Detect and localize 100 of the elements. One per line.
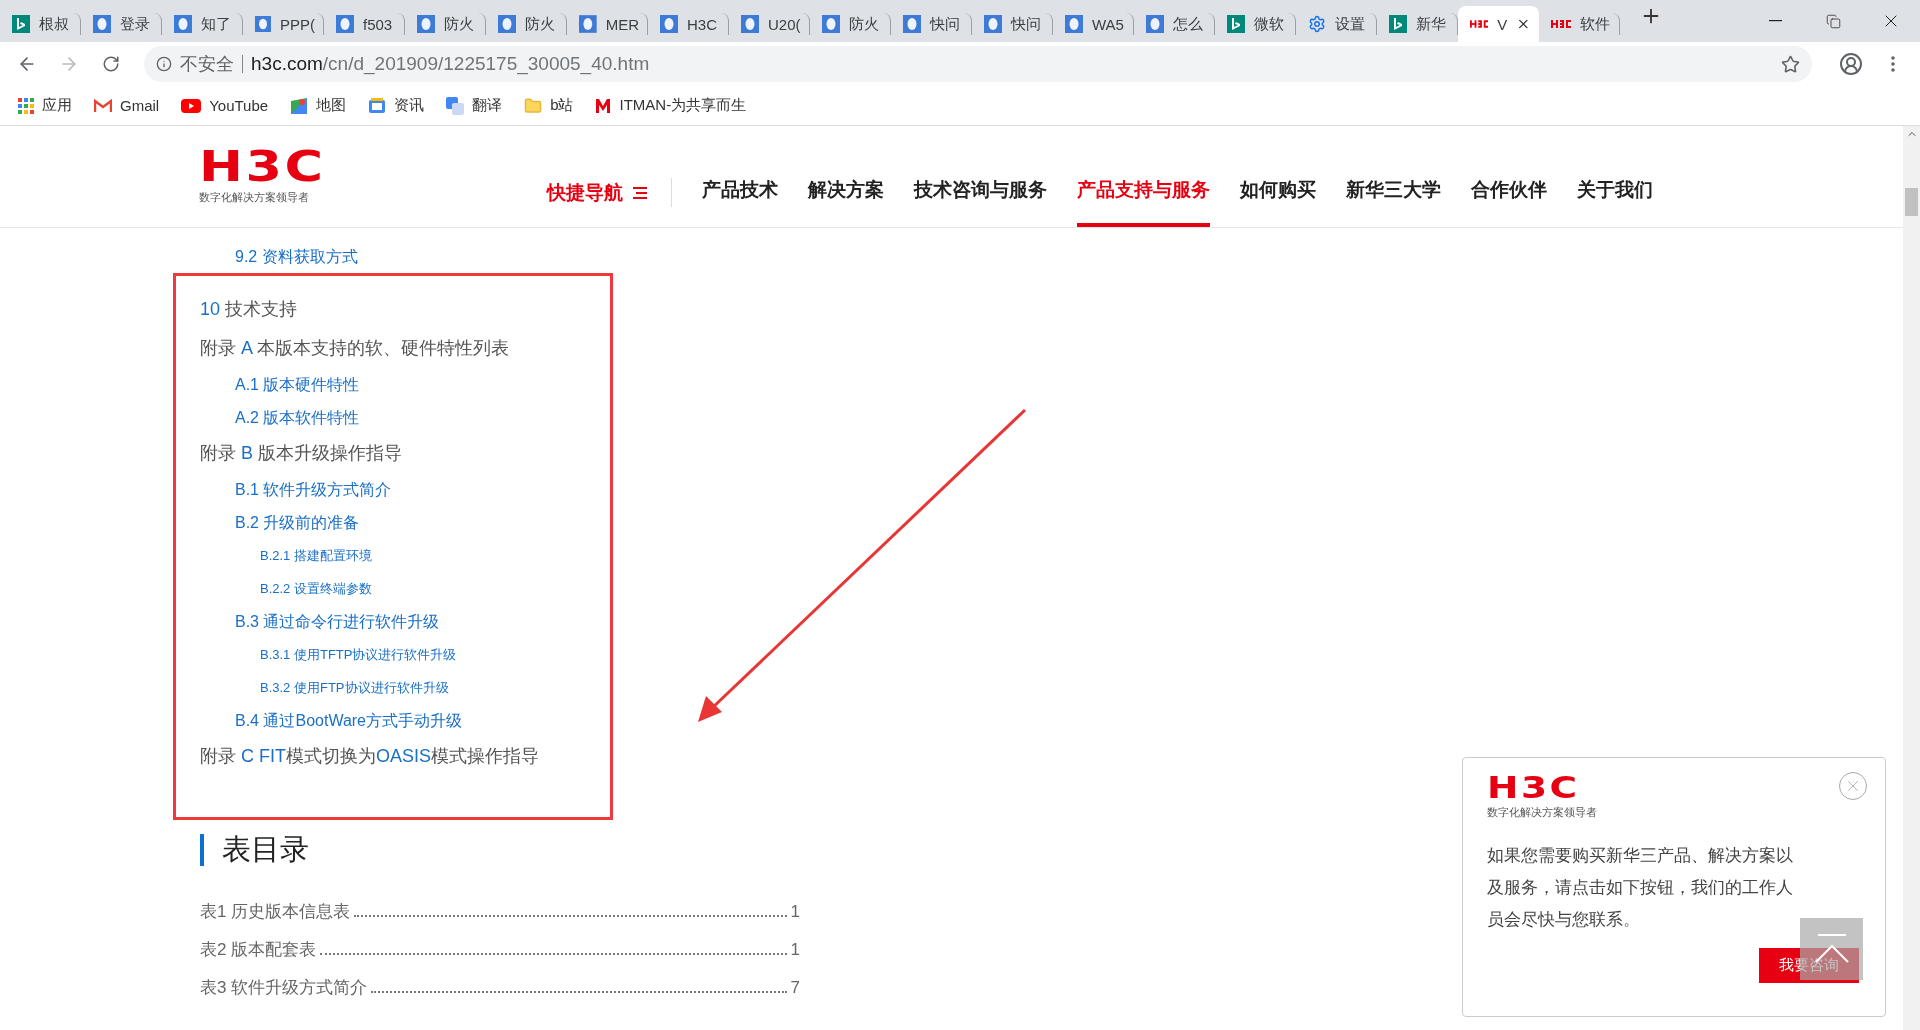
toc-link[interactable]: B.3 通过命令行进行软件升级	[235, 605, 440, 638]
address-bar[interactable]: 不安全 h3c.com/cn/d_201909/1225175_30005_40.htm	[144, 46, 1812, 82]
browser-tab[interactable]: 新华	[1377, 13, 1458, 35]
page-icon	[417, 15, 435, 33]
page-icon	[93, 15, 111, 33]
toc-link[interactable]: B.2 升级前的准备	[235, 506, 360, 539]
popup-message: 如果您需要购买新华三产品、解决方案以及服务，请点击如下按钮，我们的工作人员会尽快与您联系。	[1487, 845, 1794, 931]
nav-link[interactable]: 关于我们	[1577, 126, 1653, 227]
page-icon	[984, 15, 1002, 33]
browser-tab[interactable]: 登录	[81, 13, 162, 35]
scrollbar[interactable]	[1903, 126, 1920, 1030]
scroll-thumb[interactable]	[1905, 188, 1918, 216]
nav-link[interactable]: 产品技术	[702, 126, 778, 227]
menu-icon	[633, 186, 647, 199]
browser-tab[interactable]: U20(	[729, 13, 810, 35]
toc-link[interactable]: A.1 版本硬件特性	[235, 368, 360, 401]
browser-tab[interactable]: WA5	[1053, 13, 1134, 35]
bookmark-link[interactable]: ITMAN-为共享而生	[619, 96, 747, 115]
bookmark-link[interactable]: 资讯	[394, 96, 425, 115]
apps-icon	[18, 97, 34, 114]
toc-link[interactable]: B.2.1 搭建配置环境	[260, 539, 372, 572]
browser-tab[interactable]: 知了	[162, 13, 243, 35]
page-icon	[660, 15, 678, 33]
m-logo-icon	[595, 97, 612, 114]
nav-link[interactable]: 如何购买	[1240, 126, 1316, 227]
page-icon	[255, 15, 271, 33]
nav-link[interactable]: 新华三大学	[1346, 126, 1441, 227]
translate-icon	[446, 96, 465, 115]
nav-link[interactable]: 解决方案	[808, 126, 884, 227]
toc-link[interactable]: B.1 软件升级方式简介	[235, 473, 392, 506]
table-link[interactable]: 表1 历史版本信息表	[200, 900, 351, 923]
info-icon	[156, 56, 172, 72]
bookmark-link[interactable]: YouTube	[209, 97, 269, 114]
page-number: 7	[790, 978, 800, 998]
table-link[interactable]: 表2 版本配套表	[200, 938, 317, 961]
bing-icon	[1389, 15, 1407, 33]
folder-icon	[524, 96, 543, 115]
table-link[interactable]: 表3 软件升级方式简介	[200, 976, 368, 999]
page-icon	[579, 15, 597, 33]
nav-link[interactable]: 产品支持与服务	[1077, 126, 1210, 227]
toc-link[interactable]: 9.2 资料获取方式	[235, 240, 358, 273]
map-icon	[290, 96, 309, 115]
browser-tab[interactable]: 微软	[1215, 13, 1296, 35]
bookmark-link[interactable]: 地图	[316, 96, 347, 115]
browser-tab[interactable]: f503	[324, 13, 405, 35]
browser-tab[interactable]: H3C	[648, 13, 729, 35]
toc-link[interactable]: B.3.2 使用FTP协议进行软件升级	[260, 671, 449, 704]
browser-tab[interactable]: 设置	[1296, 13, 1377, 35]
browser-tab[interactable]: 根叔	[0, 13, 81, 35]
bing-icon	[1227, 15, 1245, 33]
account-icon	[1839, 52, 1863, 76]
page-icon	[1146, 15, 1164, 33]
nav-link[interactable]: 技术咨询与服务	[914, 126, 1047, 227]
restore-icon	[1825, 13, 1841, 29]
quick-nav-link[interactable]: 快捷导航	[547, 178, 672, 207]
toc-link[interactable]: B.3.1 使用TFTP协议进行软件升级	[260, 638, 457, 671]
browser-tab[interactable]: 软件	[1539, 13, 1620, 35]
bookmark-link[interactable]: 应用	[42, 96, 72, 115]
toc-link[interactable]: 附录 C FIT模式切换为OASIS模式操作指导	[200, 737, 540, 776]
logo-mark: H3C	[1487, 774, 1580, 801]
bookmark-link[interactable]: 翻译	[472, 96, 503, 115]
settings-icon	[1308, 15, 1326, 33]
page-number: 1	[790, 902, 800, 922]
toc-link[interactable]: B.4 通过BootWare方式手动升级	[235, 704, 462, 737]
browser-tab[interactable]: PPP(	[243, 13, 324, 35]
browser-tab[interactable]: 防火	[810, 13, 891, 35]
browser-tab[interactable]: MER	[567, 13, 648, 35]
page-icon	[903, 15, 921, 33]
page-icon	[1065, 15, 1083, 33]
toc-link[interactable]: B.2.2 设置终端参数	[260, 572, 372, 605]
toc-link[interactable]: 附录 A 本版本支持的软、硬件特性列表	[200, 329, 510, 368]
browser-tab[interactable]: 防火	[405, 13, 486, 35]
section-heading: 表目录	[222, 832, 309, 867]
bookmark-star-icon[interactable]	[1781, 54, 1800, 74]
url-text: h3c.com/cn/d_201909/1225175_30005_40.htm	[251, 53, 650, 75]
news-icon	[368, 97, 387, 114]
bing-icon	[12, 15, 30, 33]
page-icon	[174, 15, 192, 33]
page-icon	[822, 15, 840, 33]
heading-bar	[200, 834, 204, 866]
page-icon	[498, 15, 516, 33]
toc-link[interactable]: 10 技术支持	[200, 290, 298, 329]
toc-link[interactable]: A.2 版本软件特性	[235, 401, 360, 434]
play-icon	[181, 98, 202, 113]
menu-icon	[1891, 56, 1895, 72]
security-label: 不安全	[180, 55, 243, 73]
toc-link[interactable]: 附录 B 版本升级操作指导	[200, 434, 403, 473]
browser-tab[interactable]: 怎么	[1134, 13, 1215, 35]
browser-tab[interactable]: 快问	[891, 13, 972, 35]
bookmark-link[interactable]: b站	[550, 96, 574, 115]
browser-tab[interactable]: V	[1458, 6, 1539, 42]
bookmark-link[interactable]: Gmail	[120, 97, 160, 114]
browser-tab[interactable]: 防火	[486, 13, 567, 35]
mail-icon	[94, 98, 112, 113]
logo-icon	[1551, 19, 1571, 29]
nav-link[interactable]: 合作伙伴	[1471, 126, 1547, 227]
logo-mark[interactable]: H3C	[199, 148, 326, 186]
browser-tab[interactable]: 快问	[972, 13, 1053, 35]
page-number: 1	[790, 940, 800, 960]
reload-icon	[102, 55, 120, 73]
